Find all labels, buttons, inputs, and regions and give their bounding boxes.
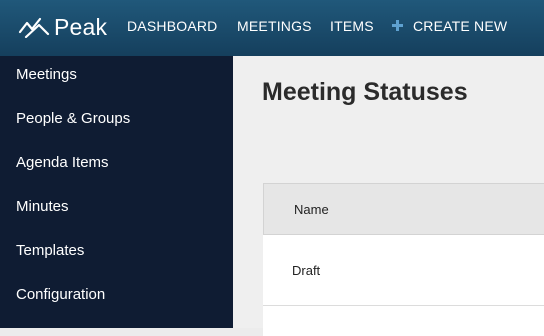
table-header: Name <box>263 183 544 235</box>
nav-meetings[interactable]: MEETINGS <box>237 18 312 34</box>
nav-dashboard[interactable]: DASHBOARD <box>127 18 217 34</box>
sidebar-item-configuration[interactable]: Configuration <box>16 286 105 303</box>
main-nav: DASHBOARD MEETINGS ITEMS CREATE NEW <box>0 0 544 56</box>
nav-items[interactable]: ITEMS <box>330 18 374 34</box>
sidebar-item-templates[interactable]: Templates <box>16 242 84 259</box>
column-header-name[interactable]: Name <box>294 202 329 217</box>
table-row[interactable] <box>263 306 544 336</box>
cell-status-name: Draft <box>292 263 321 278</box>
page-title: Meeting Statuses <box>262 78 468 106</box>
main-content: Meeting Statuses Name Draft <box>233 56 544 336</box>
sidebar: Meetings People & Groups Agenda Items Mi… <box>0 56 233 328</box>
sidebar-item-minutes[interactable]: Minutes <box>16 198 69 215</box>
statuses-table: Name Draft <box>263 183 544 336</box>
sidebar-item-people-groups[interactable]: People & Groups <box>16 110 130 127</box>
sidebar-item-meetings[interactable]: Meetings <box>16 66 77 83</box>
table-row[interactable]: Draft <box>263 235 544 306</box>
nav-create-new[interactable]: CREATE NEW <box>392 18 507 34</box>
sidebar-item-agenda-items[interactable]: Agenda Items <box>16 154 109 171</box>
top-navigation-bar: Peak DASHBOARD MEETINGS ITEMS CREATE NEW <box>0 0 544 56</box>
nav-create-new-label: CREATE NEW <box>413 18 508 34</box>
plus-icon <box>392 20 403 31</box>
